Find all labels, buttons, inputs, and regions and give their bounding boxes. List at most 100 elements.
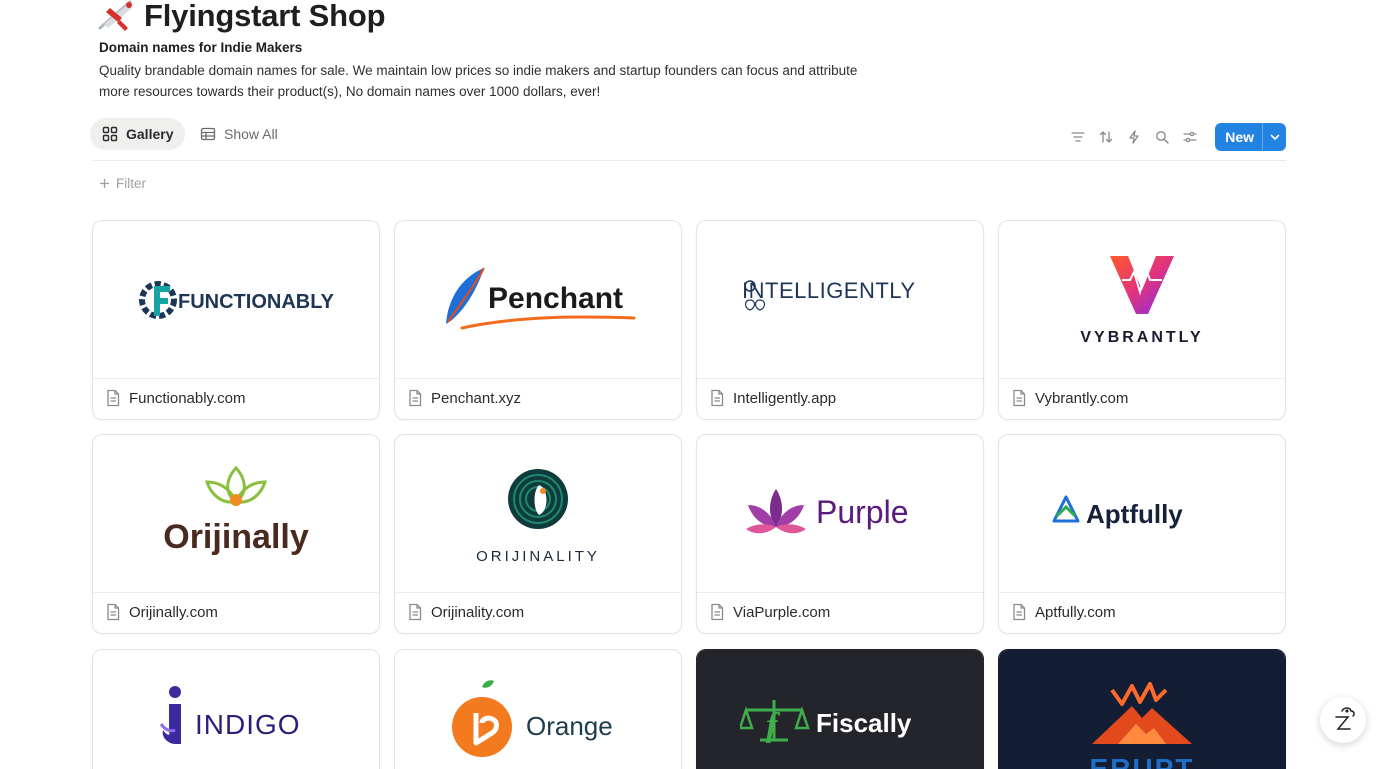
page-icon: [107, 389, 120, 407]
gallery-card[interactable]: Orange: [394, 649, 682, 769]
page-icon: [107, 603, 120, 621]
card-title: ViaPurple.com: [709, 603, 830, 621]
erupt-logo: ERUPT: [1090, 682, 1195, 769]
vybrantly-logo: VYBRANTLY: [1080, 255, 1203, 346]
gallery-card[interactable]: Orijinally Orijinally.com: [92, 434, 380, 634]
search-icon[interactable]: [1153, 128, 1171, 146]
card-title-text: Penchant.xyz: [431, 389, 522, 407]
card-title-text: Orijinality.com: [431, 603, 525, 621]
card-title: Intelligently.app: [709, 389, 836, 407]
gallery-card[interactable]: Aptfully Aptfully.com: [998, 434, 1286, 634]
orijinally-logo: Orijinally: [163, 465, 309, 556]
card-title-text: Intelligently.app: [733, 389, 837, 407]
divider: [93, 160, 1286, 161]
card-title-text: Functionably.com: [129, 389, 246, 407]
filter-icon[interactable]: [1069, 128, 1087, 146]
card-title-text: ViaPurple.com: [733, 603, 831, 621]
card-cover: Purple: [697, 435, 983, 593]
card-cover: f Fiscally: [697, 650, 983, 769]
page-title: Flyingstart Shop: [96, 0, 386, 36]
gallery-card[interactable]: Purple ViaPurple.com: [696, 434, 984, 634]
logo-text: Orange: [526, 711, 613, 741]
logo-text: Fiscally: [816, 708, 912, 738]
card-title: Orijinality.com: [407, 603, 524, 621]
gallery-card[interactable]: INDIGO: [92, 649, 380, 769]
fiscally-logo: f Fiscally: [740, 700, 912, 744]
page-icon: [1013, 389, 1026, 407]
plus-icon: [100, 179, 109, 188]
tab-show-all-label: Show All: [224, 126, 278, 142]
filter-label: Filter: [116, 176, 146, 191]
orijinality-logo: ORIJINALITY: [476, 468, 600, 565]
card-cover: Orange: [395, 650, 681, 769]
new-button-label: New: [1225, 129, 1254, 145]
settings-icon[interactable]: [1181, 128, 1199, 146]
page-icon: [409, 603, 422, 621]
toolbar: New: [1069, 123, 1286, 151]
page-icon: [1013, 603, 1026, 621]
card-cover: ORIJINALITY: [395, 435, 681, 593]
functionably-logo: FUNCTIONABLY: [139, 280, 335, 319]
intelligently-logo: INTELLIGENTLY: [742, 278, 916, 311]
gallery-card[interactable]: f Fiscally: [696, 649, 984, 769]
card-cover: VYBRANTLY: [999, 221, 1285, 379]
card-title: Penchant.xyz: [407, 389, 521, 407]
page-description: Quality brandable domain names for sale.…: [99, 63, 858, 99]
gallery-card[interactable]: Penchant Penchant.xyz: [394, 220, 682, 420]
indigo-logo: INDIGO: [159, 686, 301, 744]
logo-text: INDIGO: [195, 709, 301, 740]
gallery-card[interactable]: FUNCTIONABLY Functionably.com: [92, 220, 380, 420]
sort-icon[interactable]: [1097, 128, 1115, 146]
view-bar: Gallery Show All New: [90, 118, 1286, 154]
card-title: Orijinally.com: [105, 603, 218, 621]
automation-icon[interactable]: [1125, 128, 1143, 146]
tab-show-all[interactable]: Show All: [188, 118, 290, 150]
table-icon: [200, 127, 216, 141]
card-title-text: Orijinally.com: [129, 603, 218, 621]
svg-text:f: f: [766, 707, 781, 744]
logo-text: Penchant: [488, 282, 623, 315]
gallery-card[interactable]: ORIJINALITY Orijinality.com: [394, 434, 682, 634]
gallery-card[interactable]: VYBRANTLY Vybrantly.com: [998, 220, 1286, 420]
logo-text: INTELLIGENTLY: [742, 278, 916, 303]
card-cover: Penchant: [395, 221, 681, 379]
page-icon: [711, 603, 724, 621]
logo-text: Orijinally: [163, 518, 309, 556]
chevron-down-icon[interactable]: [1262, 123, 1286, 151]
logo-text: FUNCTIONABLY: [178, 291, 335, 313]
tab-gallery[interactable]: Gallery: [90, 118, 186, 150]
card-cover: Aptfully: [999, 435, 1285, 593]
page-title-text: Flyingstart Shop: [144, 0, 386, 33]
airplane-icon: [98, 0, 132, 31]
help-character-icon: [1335, 707, 1355, 730]
card-cover: INDIGO: [93, 650, 379, 769]
page-icon: [409, 389, 422, 407]
logo-text: Purple: [816, 494, 909, 530]
tab-gallery-label: Gallery: [126, 126, 174, 142]
card-title: Functionably.com: [105, 389, 245, 407]
gallery-card[interactable]: INTELLIGENTLY Intelligently.app: [696, 220, 984, 420]
gallery-card[interactable]: ERUPT: [998, 649, 1286, 769]
page-subtitle: Domain names for Indie Makers: [99, 40, 303, 55]
card-title-text: Aptfully.com: [1035, 603, 1116, 621]
card-title: Vybrantly.com: [1011, 389, 1128, 407]
card-cover: FUNCTIONABLY: [93, 221, 379, 379]
card-cover: Orijinally: [93, 435, 379, 593]
aptfully-logo: Aptfully: [1052, 495, 1183, 529]
card-cover: INTELLIGENTLY: [697, 221, 983, 379]
logo-text: VYBRANTLY: [1080, 329, 1203, 346]
help-button[interactable]: [1320, 697, 1366, 743]
card-title: Aptfully.com: [1011, 603, 1116, 621]
card-cover: ERUPT: [999, 650, 1285, 769]
orange-logo: Orange: [452, 680, 613, 757]
page-icon: [711, 389, 724, 407]
add-filter-button[interactable]: Filter: [99, 176, 146, 191]
gallery-grid-icon: [102, 126, 118, 142]
logo-text: ORIJINALITY: [476, 548, 600, 565]
penchant-logo: Penchant: [446, 267, 636, 329]
logo-text: ERUPT: [1090, 753, 1195, 769]
card-title-text: Vybrantly.com: [1035, 389, 1129, 407]
purple-logo: Purple: [746, 488, 909, 533]
new-button[interactable]: New: [1215, 123, 1286, 151]
logo-text: Aptfully: [1086, 499, 1183, 529]
